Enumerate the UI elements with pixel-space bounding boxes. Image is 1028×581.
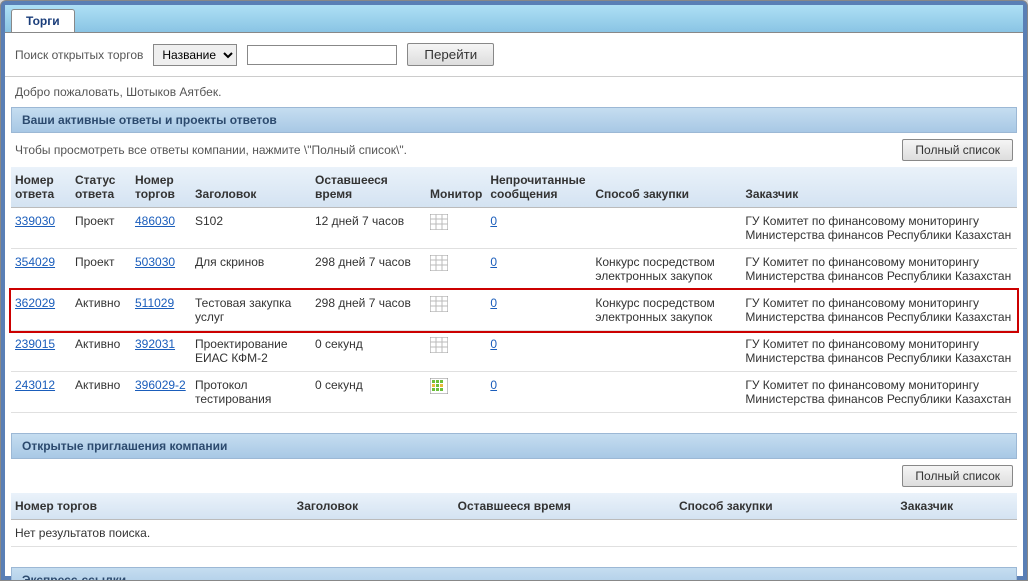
time-remaining: 0 секунд — [311, 331, 426, 372]
response-status: Проект — [71, 249, 131, 290]
inv-col-title: Заголовок — [293, 493, 454, 520]
col-resp-stat: Статус ответа — [71, 167, 131, 208]
welcome-text: Добро пожаловать, Шотыков Аятбек. — [5, 77, 1023, 107]
unread-messages-link[interactable]: 0 — [490, 255, 497, 269]
section3-header: Экспресс-ссылки — [11, 567, 1017, 581]
table-row: Нет результатов поиска. — [11, 520, 1017, 547]
col-title: Заголовок — [191, 167, 311, 208]
responses-table-header: Номер ответа Статус ответа Номер торгов … — [11, 167, 1017, 208]
search-label: Поиск открытых торгов — [15, 48, 143, 62]
full-list-button-2[interactable]: Полный список — [902, 465, 1013, 487]
monitor-cell — [426, 331, 486, 372]
col-tend-num: Номер торгов — [131, 167, 191, 208]
invitations-table-header: Номер торгов Заголовок Оставшееся время … — [11, 493, 1017, 520]
col-unread: Непрочитанные сообщения — [486, 167, 591, 208]
time-remaining: 0 секунд — [311, 372, 426, 413]
response-number-link[interactable]: 239015 — [15, 337, 55, 351]
section2-header: Открытые приглашения компании — [11, 433, 1017, 459]
monitor-cell — [426, 208, 486, 249]
procurement-method — [591, 331, 741, 372]
inv-col-customer: Заказчик — [896, 493, 1017, 520]
tender-number-link[interactable]: 392031 — [135, 337, 175, 351]
procurement-method: Конкурс посредством электронных закупок — [591, 290, 741, 331]
table-row: 354029 Проект 503030 Для скринов298 дней 7 … — [11, 249, 1017, 290]
table-row: 239015 Активно 392031 Проектирование ЕИАС К… — [11, 331, 1017, 372]
customer-name: ГУ Комитет по финансовому мониторингу Ми… — [741, 372, 1017, 413]
time-remaining: 298 дней 7 часов — [311, 290, 426, 331]
search-bar: Поиск открытых торгов Название Перейти — [5, 33, 1023, 77]
customer-name: ГУ Комитет по финансовому мониторингу Ми… — [741, 290, 1017, 331]
inv-col-method: Способ закупки — [675, 493, 896, 520]
customer-name: ГУ Комитет по финансовому мониторингу Ми… — [741, 331, 1017, 372]
tabs-bar: Торги — [5, 5, 1023, 33]
response-number-link[interactable]: 354029 — [15, 255, 55, 269]
table-row: 339030 Проект 486030 S10212 дней 7 часов 0 ГУ… — [11, 208, 1017, 249]
search-field-select[interactable]: Название — [153, 44, 237, 66]
col-method: Способ закупки — [591, 167, 741, 208]
search-input[interactable] — [247, 45, 397, 65]
inv-col-time: Оставшееся время — [454, 493, 675, 520]
unread-messages-link[interactable]: 0 — [490, 296, 497, 310]
procurement-method — [591, 208, 741, 249]
window-inner: Торги Поиск открытых торгов Название Пер… — [5, 5, 1023, 576]
table-row: 243012 Активно 396029-2 Протокол тестирован… — [11, 372, 1017, 413]
go-button[interactable]: Перейти — [407, 43, 494, 66]
col-resp-num: Номер ответа — [11, 167, 71, 208]
tender-number-link[interactable]: 486030 — [135, 214, 175, 228]
invitations-table: Номер торгов Заголовок Оставшееся время … — [11, 493, 1017, 547]
section1-info: Чтобы просмотреть все ответы компании, н… — [15, 143, 407, 157]
response-status: Активно — [71, 372, 131, 413]
tender-title: Тестовая закупка услуг — [191, 290, 311, 331]
response-status: Активно — [71, 290, 131, 331]
customer-name: ГУ Комитет по финансовому мониторингу Ми… — [741, 208, 1017, 249]
response-status: Проект — [71, 208, 131, 249]
section1-content: Чтобы просмотреть все ответы компании, н… — [11, 133, 1017, 413]
monitor-cell — [426, 249, 486, 290]
section1-header: Ваши активные ответы и проекты ответов — [11, 107, 1017, 133]
responses-table: Номер ответа Статус ответа Номер торгов … — [11, 167, 1017, 413]
grid-icon[interactable] — [430, 214, 448, 230]
response-number-link[interactable]: 362029 — [15, 296, 55, 310]
grid-icon[interactable] — [430, 337, 448, 353]
tender-number-link[interactable]: 396029-2 — [135, 378, 186, 392]
unread-messages-link[interactable]: 0 — [490, 378, 497, 392]
tender-title: Для скринов — [191, 249, 311, 290]
tab-trades[interactable]: Торги — [11, 9, 75, 32]
grid-icon[interactable] — [430, 296, 448, 312]
response-status: Активно — [71, 331, 131, 372]
monitor-cell — [426, 290, 486, 331]
table-row: 362029 Активно 511029 Тестовая закупка услу… — [11, 290, 1017, 331]
grid-icon[interactable] — [430, 255, 448, 271]
inv-col-tend-num: Номер торгов — [11, 493, 293, 520]
full-list-button-1[interactable]: Полный список — [902, 139, 1013, 161]
tender-number-link[interactable]: 511029 — [135, 296, 174, 310]
response-number-link[interactable]: 339030 — [15, 214, 55, 228]
response-number-link[interactable]: 243012 — [15, 378, 55, 392]
app-window: Торги Поиск открытых торгов Название Пер… — [0, 0, 1028, 581]
monitor-cell — [426, 372, 486, 413]
time-remaining: 298 дней 7 часов — [311, 249, 426, 290]
tender-title: Проектирование ЕИАС КФМ-2 — [191, 331, 311, 372]
procurement-method: Конкурс посредством электронных закупок — [591, 249, 741, 290]
tender-number-link[interactable]: 503030 — [135, 255, 175, 269]
col-time: Оставшееся время — [311, 167, 426, 208]
unread-messages-link[interactable]: 0 — [490, 214, 497, 228]
unread-messages-link[interactable]: 0 — [490, 337, 497, 351]
col-mon: Монитор — [426, 167, 486, 208]
col-customer: Заказчик — [741, 167, 1017, 208]
customer-name: ГУ Комитет по финансовому мониторингу Ми… — [741, 249, 1017, 290]
tender-title: S102 — [191, 208, 311, 249]
tender-title: Протокол тестирования — [191, 372, 311, 413]
section2-content: Полный список Номер торгов Заголовок Ост… — [11, 459, 1017, 547]
time-remaining: 12 дней 7 часов — [311, 208, 426, 249]
no-results: Нет результатов поиска. — [11, 520, 1017, 547]
grid-icon[interactable] — [430, 378, 448, 394]
procurement-method — [591, 372, 741, 413]
